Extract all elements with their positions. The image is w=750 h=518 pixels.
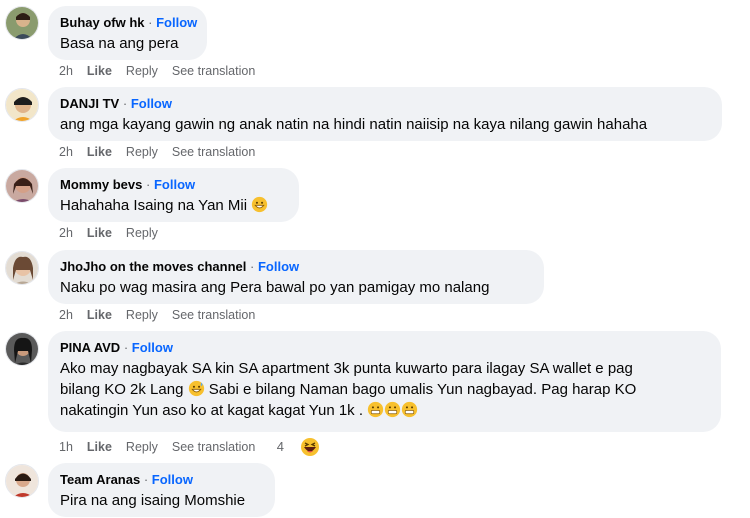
like-button[interactable]: Like	[87, 308, 112, 322]
avatar[interactable]	[5, 464, 39, 498]
comment-time[interactable]: 1h	[59, 440, 73, 454]
comment-author[interactable]: DANJI TV	[60, 96, 119, 111]
avatar[interactable]	[5, 251, 39, 285]
comment-author[interactable]: Mommy bevs	[60, 177, 142, 192]
comment-actions: 2h Like Reply See translation	[59, 63, 269, 79]
comment-bubble: Team Aranas · Follow Pira na ang isaing …	[48, 463, 275, 517]
like-button[interactable]: Like	[87, 440, 112, 454]
avatar[interactable]	[5, 6, 39, 40]
comment-bubble: Buhay ofw hk · Follow Basa na ang pera	[48, 6, 207, 60]
comment-actions: 2h Like Reply See translation	[59, 144, 269, 160]
comment-bubble: Mommy bevs · Follow Hahahaha Isaing na Y…	[48, 168, 299, 222]
comment-time[interactable]: 2h	[59, 64, 73, 78]
comment-text: Naku po wag masira ang Pera bawal po yan…	[60, 279, 490, 296]
like-button[interactable]: Like	[87, 64, 112, 78]
reaction-count: 4	[276, 439, 284, 454]
grimacing-face-icon	[385, 401, 401, 418]
follow-button[interactable]: Follow	[152, 472, 193, 487]
comment-author[interactable]: Team Aranas	[60, 472, 140, 487]
reply-button[interactable]: Reply	[126, 64, 158, 78]
avatar[interactable]	[5, 332, 39, 366]
comment-bubble: DANJI TV · Follow ang mga kayang gawin n…	[48, 87, 722, 141]
see-translation-link[interactable]: See translation	[172, 64, 255, 78]
avatar[interactable]	[5, 169, 39, 203]
reply-button[interactable]: Reply	[126, 145, 158, 159]
grimacing-face-icon	[402, 401, 418, 418]
reply-button[interactable]: Reply	[126, 308, 158, 322]
laughing-face-icon	[301, 438, 319, 456]
comment-author[interactable]: PINA AVD	[60, 340, 120, 355]
see-translation-link[interactable]: See translation	[172, 145, 255, 159]
see-translation-link[interactable]: See translation	[172, 440, 255, 454]
avatar[interactable]	[5, 88, 39, 122]
follow-button[interactable]: Follow	[154, 177, 195, 192]
comment-text: ang mga kayang gawin ng anak natin na hi…	[60, 116, 648, 133]
comment-time[interactable]: 2h	[59, 308, 73, 322]
comment-actions: 2h Like Reply See translation	[59, 307, 269, 323]
like-button[interactable]: Like	[87, 145, 112, 159]
comment-text: Pira na ang isaing Momshie	[60, 492, 246, 509]
like-button[interactable]: Like	[87, 226, 112, 240]
follow-button[interactable]: Follow	[131, 96, 172, 111]
comment-actions: 1h Like Reply See translation 4	[59, 437, 334, 457]
comment-author[interactable]: JhoJho on the moves channel	[60, 259, 246, 274]
comment-bubble: JhoJho on the moves channel · Follow Nak…	[48, 250, 544, 304]
grimacing-face-icon	[368, 401, 384, 418]
comment-actions: 2h Like Reply	[59, 225, 172, 241]
comment-time[interactable]: 2h	[59, 145, 73, 159]
follow-button[interactable]: Follow	[258, 259, 299, 274]
grinning-face-with-sweat-icon	[252, 196, 268, 213]
comment-text: Ako may nagbayak SA kin SA apartment 3k …	[60, 360, 637, 419]
grinning-face-with-sweat-icon	[188, 380, 204, 397]
reply-button[interactable]: Reply	[126, 440, 158, 454]
see-translation-link[interactable]: See translation	[172, 308, 255, 322]
comment-time[interactable]: 2h	[59, 226, 73, 240]
comment-author[interactable]: Buhay ofw hk	[60, 15, 145, 30]
comment-text: Basa na ang pera	[60, 35, 179, 52]
follow-button[interactable]: Follow	[132, 340, 173, 355]
reaction-summary[interactable]: 4	[277, 437, 320, 457]
comment-bubble: PINA AVD · Follow Ako may nagbayak SA ki…	[48, 331, 721, 432]
comment-text: Hahahaha Isaing na Yan Mii	[60, 195, 287, 216]
reply-button[interactable]: Reply	[126, 226, 158, 240]
follow-button[interactable]: Follow	[156, 15, 197, 30]
